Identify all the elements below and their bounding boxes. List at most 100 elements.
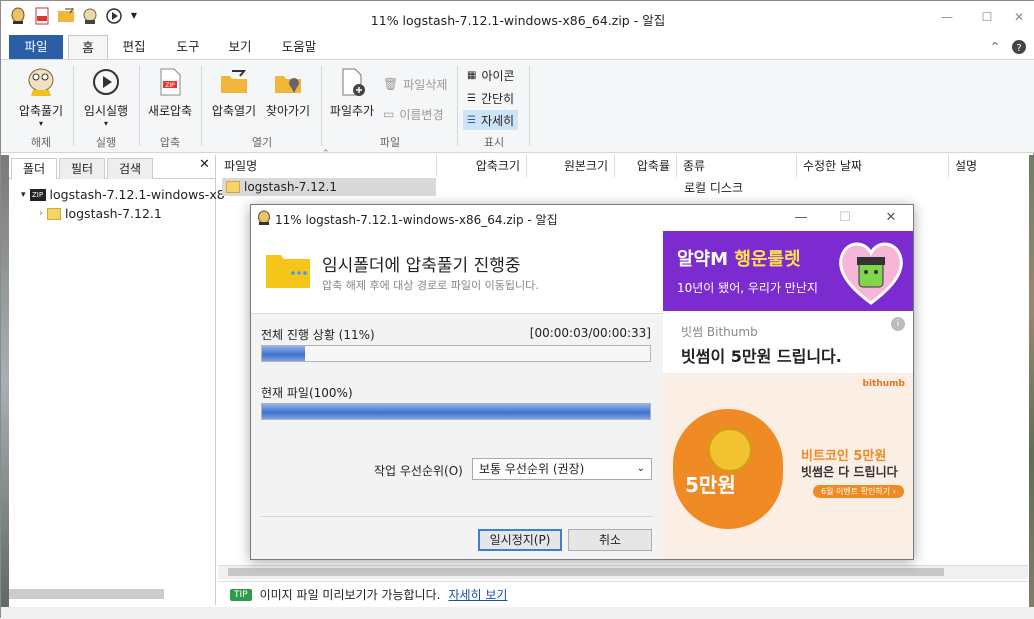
ad-info-icon[interactable]: i [891,317,905,331]
group-zip-label: 압축 [159,136,181,149]
advertisement[interactable]: 알약M 행운룰렛 10년이 됐어, 우리가 만난지 빗썸 Bithumb 빗썸이… [663,231,913,559]
collapse-arrow-icon[interactable]: ▾ [21,190,26,200]
minimize-button[interactable]: — [933,7,961,27]
tab-search[interactable]: 검색 [107,158,153,179]
extract-button[interactable]: 압축풀기 ▾ [13,66,69,128]
delete-file-label: 파일삭제 [403,77,448,92]
priority-label: 작업 우선순위(O) [374,464,463,478]
tab-folder[interactable]: 폴더 [11,158,57,179]
current-progress-fill [262,404,650,419]
ad-headline: 빗썸이 5만원 드립니다. [681,347,842,366]
dialog-close-button[interactable]: ✕ [879,209,903,227]
temp-run-button[interactable]: 임시실행 ▾ [77,66,135,128]
add-file-button[interactable]: 파일추가 [325,66,379,119]
tab-help[interactable]: 도움말 [273,35,325,59]
tab-home[interactable]: 홈 [68,35,108,60]
tab-view[interactable]: 보기 [219,35,261,59]
folder-pin-icon [275,76,301,93]
tab-file[interactable]: 파일 [9,35,63,59]
extract-label: 압축풀기 [18,104,64,118]
alzip-logo-icon [258,210,270,225]
tip-detail-link[interactable]: 자세히 보기 [448,586,507,603]
tree-item-archive-label: logstash-7.12.1-windows-x8 [49,187,225,202]
ribbon-separator [201,66,202,146]
ad-promo-line1: 비트코인 5만원 [801,449,887,464]
find-location-button[interactable]: 찾아가기 [259,66,317,119]
pause-button[interactable]: 일시정지(P) [478,529,562,551]
tip-text: 이미지 파일 미리보기가 가능합니다. [259,588,441,602]
tab-tools[interactable]: 도구 [167,35,209,59]
priority-select[interactable]: 보통 우선순위 (권장) ⌄ [472,458,652,480]
heart-character-icon [839,242,903,305]
tree-item-archive[interactable]: ▾ ZIP logstash-7.12.1-windows-x8 [21,187,225,202]
cancel-button[interactable]: 취소 [568,529,652,551]
current-file-label: 현재 파일(100%) [261,386,353,400]
tip-badge: TIP [230,588,252,601]
dialog-minimize-button[interactable]: — [789,209,813,227]
col-modified[interactable]: 수정한 날짜 [797,155,949,177]
dialog-title: 11% logstash-7.12.1-windows-x86_64.zip -… [275,213,558,227]
overall-progress-label: 전체 진행 상황 (11%) [261,328,375,342]
file-row-type: 로컬 디스크 [684,181,744,195]
ribbon-separator [457,66,458,146]
ad-bithumb-header[interactable]: 빗썸 Bithumb 빗썸이 5만원 드립니다. i [663,311,913,373]
group-view-label: 표시 [483,136,505,149]
tab-edit[interactable]: 편집 [113,35,155,59]
detail-list-icon: ☰ [467,114,476,126]
tree-item-folder[interactable]: › logstash-7.12.1 [39,206,162,221]
view-simple-button[interactable]: ☰ 간단히 [463,88,518,108]
view-detail-button[interactable]: ☰ 자세히 [463,110,519,130]
view-simple-label: 간단히 [480,91,515,106]
col-type[interactable]: 종류 [677,155,797,177]
folder-progress-icon [266,255,310,288]
view-icon-button[interactable]: ▦ 아이콘 [463,65,519,85]
tab-filter[interactable]: 필터 [59,158,105,179]
expand-arrow-icon[interactable]: › [39,208,43,219]
delete-file-button[interactable]: 🗑 파일삭제 [379,74,451,94]
add-file-icon [342,68,365,96]
ribbon-separator [529,66,530,146]
grid-icon: ▦ [467,69,477,81]
close-panel-icon[interactable]: ✕ [199,157,210,172]
collapse-ribbon-icon[interactable]: ⌃ [985,35,1005,59]
help-icon[interactable]: ? [1009,35,1029,59]
file-row[interactable]: logstash-7.12.1 [222,178,436,196]
new-zip-button[interactable]: ZIP 새로압축 [143,66,197,119]
folder-panel: 폴더 필터 검색 ✕ ▾ ZIP logstash-7.12.1-windows… [9,155,225,605]
col-original-size[interactable]: 원본크기 [527,155,615,177]
dialog-subheading: 압축 해제 후에 대상 경로로 파일이 이동됩니다. [322,279,539,292]
maximize-button[interactable]: ☐ [973,7,1001,27]
scrollbar-thumb[interactable] [228,568,944,576]
open-folder-icon [221,70,247,93]
ribbon-tabs: 파일 홈 편집 도구 보기 도움말 ⌃ ? [1,35,1034,60]
col-ratio[interactable]: 압축률 [615,155,677,177]
ad-logo: bithumb [862,379,905,389]
ad-banner-top[interactable]: 알약M 행운룰렛 10년이 됐어, 우리가 만난지 [663,231,913,311]
folder-icon [47,207,61,220]
trash-icon: 🗑 [383,77,399,91]
open-zip-button[interactable]: 압축열기 [207,66,261,119]
col-compressed-size[interactable]: 압축크기 [437,155,527,177]
group-file-label: 파일 [379,136,401,149]
left-scrollbar-thumb[interactable] [9,589,164,599]
status-bar [1,607,1034,619]
overall-progress-fill [262,346,305,361]
close-button[interactable]: ✕ [1005,7,1033,27]
col-description[interactable]: 설명 [949,155,1028,177]
current-progress-bar [261,403,651,420]
ribbon-separator [139,66,140,146]
window-title: 11% logstash-7.12.1-windows-x86_64.zip -… [370,13,666,28]
folder-panel-tabs: 폴더 필터 검색 ✕ [9,155,215,179]
ad-coin-text: 5만원 [685,473,736,497]
group-run-label: 실행 [95,136,117,149]
ad-promo-button[interactable]: 6월 이벤트 확인하기 › [813,485,904,498]
alzip-window: ▼ 11% logstash-7.12.1-windows-x86_64.zip… [0,0,1034,619]
view-detail-label: 자세히 [480,113,515,128]
find-label: 찾아가기 [265,104,311,118]
ad-promo-line2: 빗썸은 다 드립니다 [801,465,898,479]
horizontal-scrollbar[interactable] [218,565,1028,579]
new-zip-label: 새로압축 [147,104,193,118]
rename-button[interactable]: ▭ 이름변경 [379,104,448,124]
dialog-divider [261,516,653,517]
dialog-maximize-button[interactable]: ☐ [833,209,857,227]
